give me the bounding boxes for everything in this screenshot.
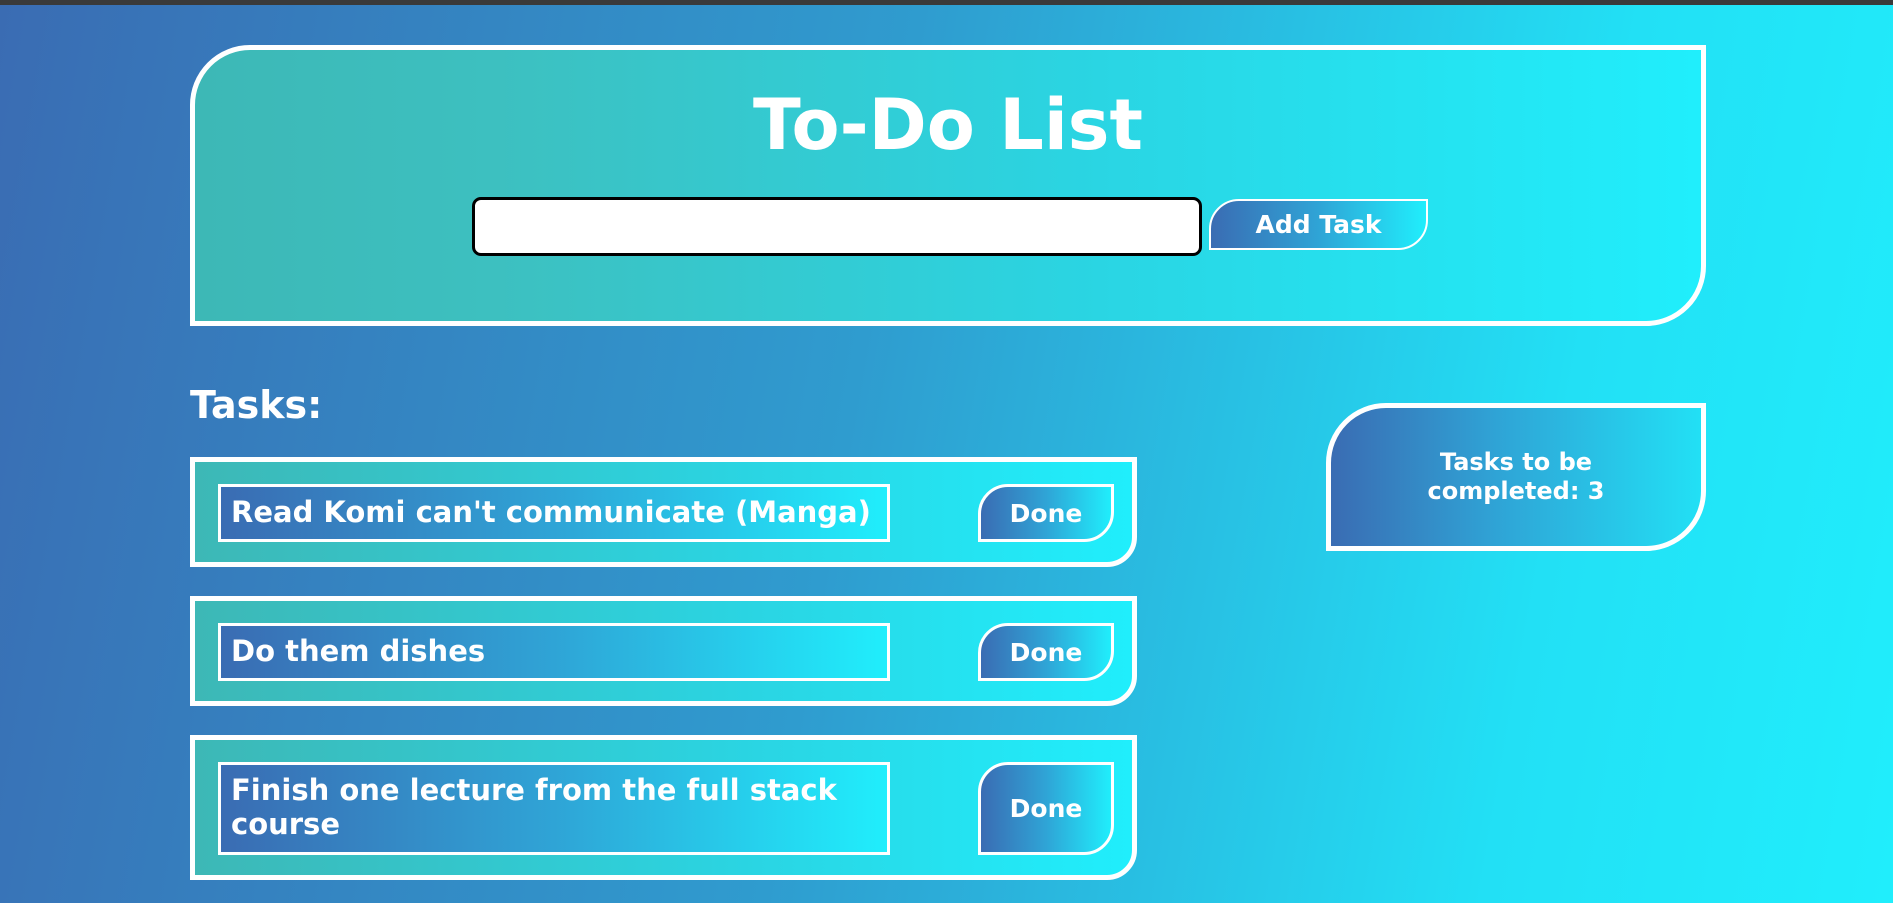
done-button[interactable]: Done — [978, 484, 1114, 542]
window-top-bar — [0, 0, 1893, 5]
new-task-input[interactable] — [472, 197, 1202, 256]
remaining-tasks-counter: Tasks to be completed: 3 — [1326, 403, 1706, 551]
task-card: Read Komi can't communicate (Manga) Done — [190, 457, 1137, 567]
done-button[interactable]: Done — [978, 762, 1114, 855]
task-card: Finish one lecture from the full stack c… — [190, 735, 1137, 880]
page-title: To-Do List — [753, 84, 1143, 166]
task-card: Do them dishes Done — [190, 596, 1137, 706]
tasks-heading: Tasks: — [190, 383, 323, 427]
header-card: To-Do List Add Task — [190, 45, 1706, 326]
task-text: Read Komi can't communicate (Manga) — [218, 484, 890, 542]
add-task-button[interactable]: Add Task — [1209, 199, 1428, 250]
task-text: Do them dishes — [218, 623, 890, 681]
remaining-tasks-text: Tasks to be completed: 3 — [1427, 448, 1605, 505]
done-button[interactable]: Done — [978, 623, 1114, 681]
task-text: Finish one lecture from the full stack c… — [218, 762, 890, 855]
